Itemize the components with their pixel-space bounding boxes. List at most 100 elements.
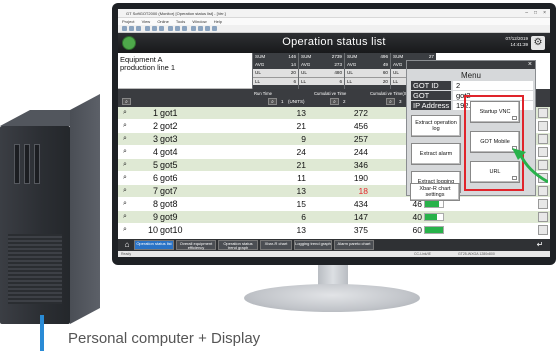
summary-block: SUM 496 AVG 49 UL 60 LL 20 — [344, 53, 390, 89]
toolbar-icon[interactable] — [168, 26, 173, 31]
footer-tab[interactable]: Alarm pareto chart — [334, 240, 374, 250]
row-action-button[interactable] — [538, 225, 548, 235]
row-action-button[interactable] — [538, 199, 548, 209]
sort-search-icon[interactable]: ⌕ — [330, 98, 339, 105]
toolbar-icon[interactable] — [175, 26, 180, 31]
menu-help[interactable]: Help — [214, 19, 222, 24]
summary-ll-label: LL — [255, 79, 261, 84]
gear-icon[interactable]: ⚙ — [531, 36, 545, 50]
row-search-icon[interactable]: ⌕ — [123, 174, 132, 182]
toolbar-icon[interactable] — [198, 26, 203, 31]
toolbar-icon[interactable] — [205, 26, 210, 31]
toolbar-icon[interactable] — [129, 26, 134, 31]
table-row[interactable]: ⌕ 10 got10 13 375 60 — [118, 224, 550, 236]
toolbar-icon[interactable] — [122, 26, 127, 31]
equipment-line2: production line 1 — [120, 63, 176, 72]
row-cumulative-time: 257 — [353, 134, 368, 144]
row-cumulative-time: 190 — [353, 173, 368, 183]
footer-tab[interactable]: Operation status trend graph — [218, 240, 258, 250]
summary-sum-value: 146 — [288, 54, 296, 59]
startup-vnc-button[interactable]: Startup VNC — [470, 101, 520, 123]
summary-block: SUM 146 AVG 14 UL 20 LL 6 — [252, 53, 298, 89]
summary-sum-label: SUM — [347, 54, 358, 59]
footer-tab[interactable]: Operation status list — [134, 240, 174, 250]
row-search-icon[interactable]: ⌕ — [123, 161, 132, 169]
toolbar-icon[interactable] — [145, 26, 150, 31]
row-cumulative-time: 434 — [353, 199, 368, 209]
close-window-button[interactable]: × — [543, 9, 546, 18]
drive-bay — [24, 144, 30, 184]
row-number: 8 — [152, 199, 158, 209]
minimize-button[interactable]: – — [525, 9, 528, 18]
footer-tab[interactable]: Xbar-R chart — [260, 240, 292, 250]
sort-search-icon[interactable]: ⌕ — [386, 98, 395, 105]
row-search-icon[interactable]: ⌕ — [123, 135, 132, 143]
return-icon[interactable]: ↵ — [534, 240, 546, 250]
summary-ul-value: 60 — [382, 70, 388, 75]
ip-label: IP Address — [411, 101, 451, 110]
menu-tools[interactable]: Tools — [176, 19, 185, 24]
menu-project[interactable]: Project — [122, 19, 134, 24]
toolbar-icon[interactable] — [136, 26, 141, 31]
home-icon[interactable]: ⌂ — [122, 240, 132, 250]
row-search-icon[interactable]: ⌕ — [123, 122, 132, 130]
xbar-r-chart-settings-button[interactable]: Xbar-R chart settings — [410, 183, 460, 201]
toolbar-icon[interactable] — [152, 26, 157, 31]
summary-ul-row: UL 480 — [299, 69, 344, 77]
row-action-button[interactable] — [538, 134, 548, 144]
close-icon[interactable]: × — [528, 61, 532, 69]
extract-operation-log-button[interactable]: Extract operation log — [411, 115, 461, 137]
col-run-time: Run Time — [254, 91, 272, 96]
row-number: 10 — [147, 225, 158, 235]
toolbar-icon[interactable] — [212, 26, 217, 31]
time-label: 14:41:39 — [510, 42, 528, 47]
footer-tab[interactable]: Overall equipment efficiency — [176, 240, 216, 250]
extract-alarm-button[interactable]: Extract alarm — [411, 143, 461, 165]
sort-search-icon[interactable]: ⌕ — [122, 98, 131, 105]
summary-sum-row: SUM 146 — [253, 53, 298, 61]
menu-online[interactable]: Online — [157, 19, 169, 24]
window-title: GT SoftGOT2000 (Monitor) [Operation stat… — [126, 11, 226, 16]
corner-icon — [512, 116, 517, 120]
table-row[interactable]: ⌕ 9 got9 6 147 40 — [118, 211, 550, 223]
menu-view[interactable]: View — [142, 19, 151, 24]
row-search-icon[interactable]: ⌕ — [123, 213, 132, 221]
menu-window[interactable]: Window — [192, 19, 206, 24]
drive-bay — [14, 144, 20, 184]
toolbar-icon[interactable] — [191, 26, 196, 31]
row-run-time: 15 — [296, 199, 306, 209]
row-name: got7 — [160, 186, 178, 196]
summary-avg-row: AVG 49 — [345, 61, 390, 69]
toolbar — [118, 25, 550, 33]
got-id-label: GOT ID — [411, 81, 451, 90]
row-search-icon[interactable]: ⌕ — [123, 109, 132, 117]
sort-search-icon[interactable]: ⌕ — [268, 98, 277, 105]
toolbar-icon[interactable] — [182, 26, 187, 31]
row-run-time: 9 — [301, 134, 306, 144]
row-run-time: 21 — [296, 121, 306, 131]
screen: GT SoftGOT2000 (Monitor) [Operation stat… — [118, 9, 550, 257]
summary-avg-value: 273 — [334, 62, 342, 67]
unit-label: (UNITS) — [288, 99, 305, 104]
row-search-icon[interactable]: ⌕ — [123, 148, 132, 156]
table-row[interactable]: ⌕ 8 got8 15 434 46 — [118, 198, 550, 210]
row-action-button[interactable] — [538, 108, 548, 118]
row-action-button[interactable] — [538, 121, 548, 131]
row-action-button[interactable] — [538, 186, 548, 196]
summary-avg-label: AVG — [255, 62, 265, 67]
row-number: 9 — [152, 212, 158, 222]
row-name: got9 — [160, 212, 178, 222]
summary-ul-label: UL — [393, 70, 399, 75]
row-search-icon[interactable]: ⌕ — [123, 187, 132, 195]
row-name: got5 — [160, 160, 178, 170]
row-action-button[interactable] — [538, 212, 548, 222]
toolbar-icon[interactable] — [159, 26, 164, 31]
row-search-icon[interactable]: ⌕ — [123, 200, 132, 208]
row-search-icon[interactable]: ⌕ — [123, 226, 132, 234]
summary-sum-label: SUM — [393, 54, 404, 59]
footer-tab[interactable]: Logging trend graph — [294, 240, 332, 250]
maximize-button[interactable]: □ — [534, 9, 537, 18]
sort-key-2: 2 — [343, 99, 346, 104]
row-cumulative-time: 18 — [358, 186, 368, 196]
row-run-time: 21 — [296, 160, 306, 170]
